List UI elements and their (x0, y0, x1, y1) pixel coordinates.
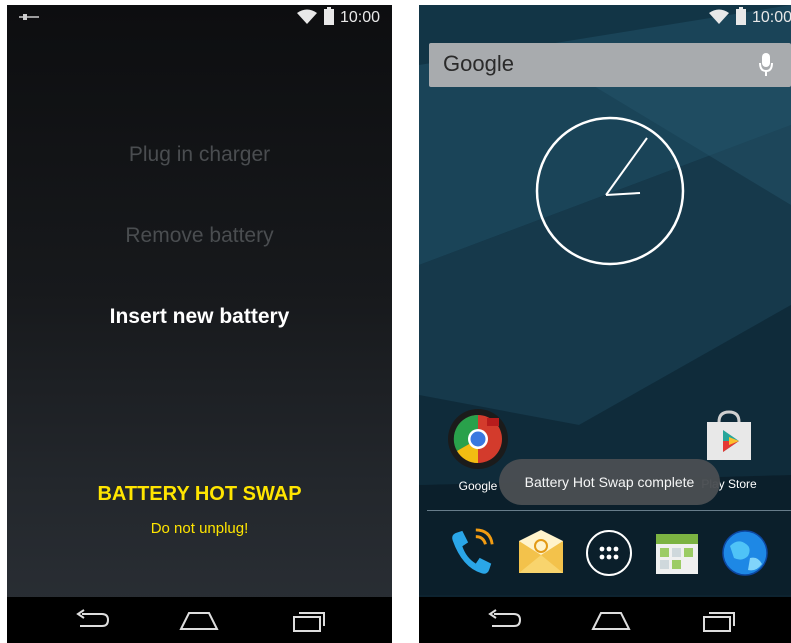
home-button[interactable] (587, 605, 635, 635)
wifi-icon (709, 9, 729, 24)
navigation-bar (419, 597, 791, 643)
step-insert-new-battery: Insert new battery (109, 305, 290, 328)
back-icon (76, 609, 110, 627)
app-drawer-icon (586, 530, 632, 576)
status-time: 10:00 (340, 9, 381, 26)
step-remove-battery: Remove battery (125, 224, 274, 247)
wallpaper (419, 5, 791, 595)
home-icon (179, 612, 219, 630)
toast-message: Battery Hot Swap complete (499, 459, 720, 505)
hot-swap-title: BATTERY HOT SWAP (97, 483, 302, 505)
google-search-bar[interactable]: Google (429, 43, 791, 87)
back-icon (488, 609, 522, 627)
hot-swap-subtitle: Do not unplug! (150, 520, 249, 537)
chrome-icon (448, 409, 508, 469)
home-screen: 10:00 Google Google Play Store Battery H… (419, 5, 791, 643)
analog-clock-widget[interactable] (534, 115, 686, 267)
recents-button[interactable] (285, 605, 333, 635)
browser-icon (722, 530, 768, 576)
recents-button[interactable] (695, 605, 743, 635)
calendar-icon (656, 534, 698, 574)
back-button[interactable] (481, 605, 529, 635)
recents-icon (293, 612, 325, 632)
search-bar-label: Google (443, 51, 514, 76)
home-icon (591, 612, 631, 630)
battery-icon (324, 7, 334, 25)
email-icon (519, 530, 563, 573)
recents-icon (703, 612, 735, 632)
status-bar: 10:00 (7, 5, 392, 31)
usb-icon (19, 14, 39, 20)
dock-app-drawer[interactable] (583, 527, 635, 579)
home-button[interactable] (175, 605, 223, 635)
wifi-icon (297, 9, 317, 24)
mic-icon[interactable] (759, 53, 773, 77)
dock-phone[interactable] (445, 527, 497, 579)
play-store-icon (707, 410, 751, 460)
back-button[interactable] (69, 605, 117, 635)
step-plug-in-charger: Plug in charger (128, 143, 271, 166)
dock-email[interactable] (515, 527, 567, 579)
dock-browser[interactable] (719, 527, 771, 579)
dock-calendar[interactable] (651, 527, 703, 579)
battery-swap-screen: 10:00 Plug in charger Remove battery Ins… (7, 5, 392, 643)
navigation-bar (7, 597, 392, 643)
status-bar: 10:00 (419, 5, 791, 31)
status-time: 10:00 (752, 9, 791, 26)
dock-divider (427, 510, 791, 511)
phone-icon (452, 528, 494, 574)
battery-icon (736, 7, 746, 25)
